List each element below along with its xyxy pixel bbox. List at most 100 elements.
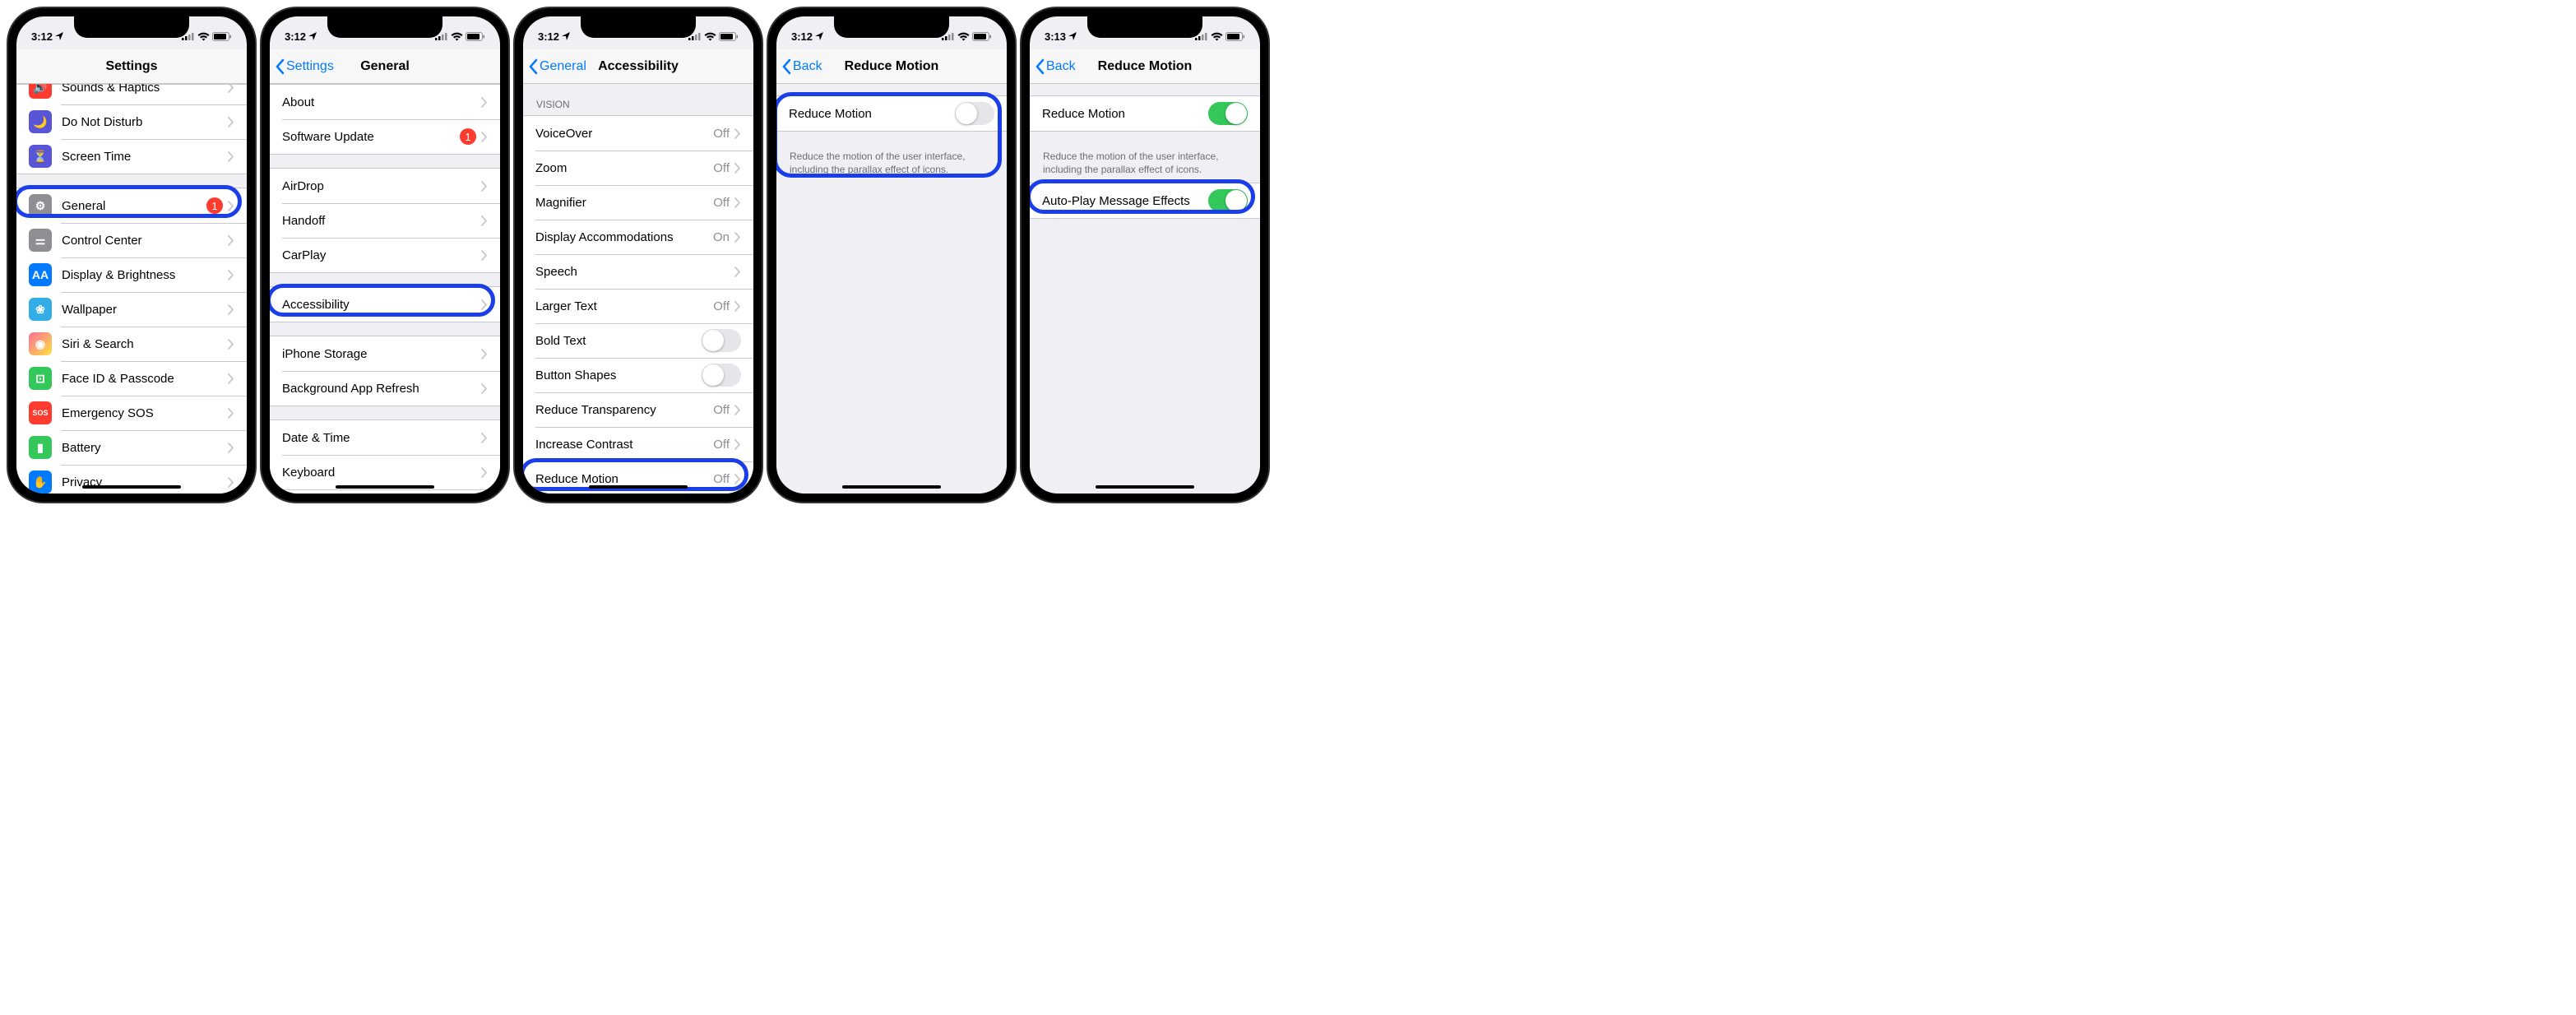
settings-row[interactable]: Bold Text	[523, 323, 753, 358]
settings-row[interactable]: iPhone Storage	[270, 336, 500, 371]
chevron-right-icon	[481, 349, 488, 359]
settings-row[interactable]: Display AccommodationsOn	[523, 220, 753, 254]
row-label: Reduce Motion	[1042, 107, 1208, 121]
nav-back-label: Settings	[286, 59, 334, 74]
row-label: Zoom	[535, 161, 713, 175]
settings-row[interactable]: Date & Time	[270, 420, 500, 455]
row-label: Reduce Transparency	[535, 403, 713, 417]
settings-row[interactable]: Reduce MotionOff	[523, 461, 753, 494]
settings-row[interactable]: 🔊Sounds & Haptics	[16, 84, 247, 104]
content-scroll[interactable]: 🔊Sounds & Haptics🌙Do Not Disturb⏳Screen …	[16, 84, 247, 494]
settings-group: VoiceOverOffZoomOffMagnifierOffDisplay A…	[523, 115, 753, 494]
toggle-switch[interactable]	[1208, 102, 1248, 125]
settings-row[interactable]: VoiceOverOff	[523, 116, 753, 151]
chevron-right-icon	[481, 250, 488, 261]
settings-row[interactable]: ▮Battery	[16, 430, 247, 465]
battery-icon: ▮	[29, 436, 52, 459]
settings-row[interactable]: ⊡Face ID & Passcode	[16, 361, 247, 396]
status-time: 3:12	[538, 30, 559, 43]
settings-row[interactable]: Reduce TransparencyOff	[523, 392, 753, 427]
toggle-switch[interactable]	[1208, 189, 1248, 212]
nav-bar: BackReduce Motion	[776, 49, 1007, 84]
nav-back-button[interactable]: Back	[781, 58, 822, 75]
settings-row[interactable]: Accessibility	[270, 287, 500, 322]
row-label: AirDrop	[282, 179, 481, 193]
nav-bar: BackReduce Motion	[1030, 49, 1260, 84]
section-header: VISION	[523, 84, 753, 115]
settings-group: Reduce Motion	[776, 95, 1007, 132]
content-scroll[interactable]: AboutSoftware Update1 AirDrop Handoff CarPl…	[270, 84, 500, 494]
toggle-switch[interactable]	[702, 364, 741, 387]
toggle-switch[interactable]	[702, 329, 741, 352]
chevron-right-icon	[228, 84, 234, 93]
settings-row[interactable]: CarPlay	[270, 238, 500, 272]
row-label: iPhone Storage	[282, 347, 481, 361]
settings-row[interactable]: Handoff	[270, 203, 500, 238]
settings-row[interactable]: ZoomOff	[523, 151, 753, 185]
settings-row[interactable]: Software Update1	[270, 119, 500, 154]
settings-row[interactable]: SOSEmergency SOS	[16, 396, 247, 430]
chevron-right-icon	[734, 439, 741, 450]
row-label: Face ID & Passcode	[62, 372, 228, 386]
nav-bar: SettingsGeneral	[270, 49, 500, 84]
chevron-right-icon	[481, 216, 488, 226]
chevron-right-icon	[481, 383, 488, 394]
settings-row[interactable]: Background App Refresh	[270, 371, 500, 406]
section-footer: Reduce the motion of the user interface,…	[1030, 145, 1260, 183]
location-icon	[308, 30, 317, 43]
row-detail: Off	[713, 438, 730, 452]
row-label: Background App Refresh	[282, 382, 481, 396]
settings-row[interactable]: About	[270, 85, 500, 119]
nav-back-label: Back	[1046, 59, 1076, 74]
settings-row[interactable]: Speech	[523, 254, 753, 289]
content-scroll[interactable]: VISIONVoiceOverOffZoomOffMagnifierOffDis…	[523, 84, 753, 494]
chevron-right-icon	[228, 117, 234, 127]
settings-row[interactable]: Button Shapes	[523, 358, 753, 392]
settings-row[interactable]: Reduce Motion	[776, 96, 1007, 131]
row-detail: On	[713, 230, 730, 244]
nav-back-button[interactable]: Back	[1035, 58, 1076, 75]
row-detail: Off	[713, 472, 730, 486]
toggle-switch[interactable]	[955, 102, 994, 125]
settings-row[interactable]: Keyboard	[270, 455, 500, 489]
settings-row[interactable]: ⚌Control Center	[16, 223, 247, 257]
settings-row[interactable]: AADisplay & Brightness	[16, 257, 247, 292]
wifi-icon	[451, 32, 463, 41]
row-detail: Off	[713, 161, 730, 175]
chevron-right-icon	[734, 266, 741, 277]
settings-row[interactable]: Language & Region	[270, 489, 500, 494]
chevron-right-icon	[734, 232, 741, 243]
settings-row[interactable]: ❀Wallpaper	[16, 292, 247, 327]
row-label: Handoff	[282, 214, 481, 228]
content-scroll[interactable]: Reduce Motion Reduce the motion of the us…	[1030, 84, 1260, 494]
nav-back-button[interactable]: General	[528, 58, 586, 75]
settings-row[interactable]: Reduce Motion	[1030, 96, 1260, 131]
chevron-right-icon	[228, 477, 234, 488]
switch-knob	[1225, 103, 1247, 124]
switches-icon: ⚌	[29, 229, 52, 252]
settings-row[interactable]: 🌙Do Not Disturb	[16, 104, 247, 139]
notch	[327, 16, 442, 38]
wifi-icon	[704, 32, 716, 41]
settings-row[interactable]: Auto-Play Message Effects	[1030, 183, 1260, 218]
settings-row[interactable]: ⚙︎General1	[16, 188, 247, 223]
settings-row[interactable]: AirDrop	[270, 169, 500, 203]
settings-row[interactable]: Increase ContrastOff	[523, 427, 753, 461]
row-label: Sounds & Haptics	[62, 84, 228, 95]
content-scroll[interactable]: Reduce MotionReduce the motion of the us…	[776, 84, 1007, 494]
settings-row[interactable]: ⏳Screen Time	[16, 139, 247, 174]
row-label: Bold Text	[535, 334, 702, 348]
row-label: VoiceOver	[535, 127, 713, 141]
settings-row[interactable]: Larger TextOff	[523, 289, 753, 323]
location-icon	[562, 30, 570, 43]
nav-title: Settings	[105, 59, 157, 74]
nav-back-button[interactable]: Settings	[275, 58, 334, 75]
home-indicator	[842, 485, 941, 489]
battery-status-icon	[719, 32, 739, 41]
settings-row[interactable]: ✋Privacy	[16, 465, 247, 494]
status-time: 3:13	[1045, 30, 1066, 43]
settings-row[interactable]: MagnifierOff	[523, 185, 753, 220]
settings-row[interactable]: ◉Siri & Search	[16, 327, 247, 361]
sos-icon: SOS	[29, 401, 52, 424]
aa-icon: AA	[29, 263, 52, 286]
